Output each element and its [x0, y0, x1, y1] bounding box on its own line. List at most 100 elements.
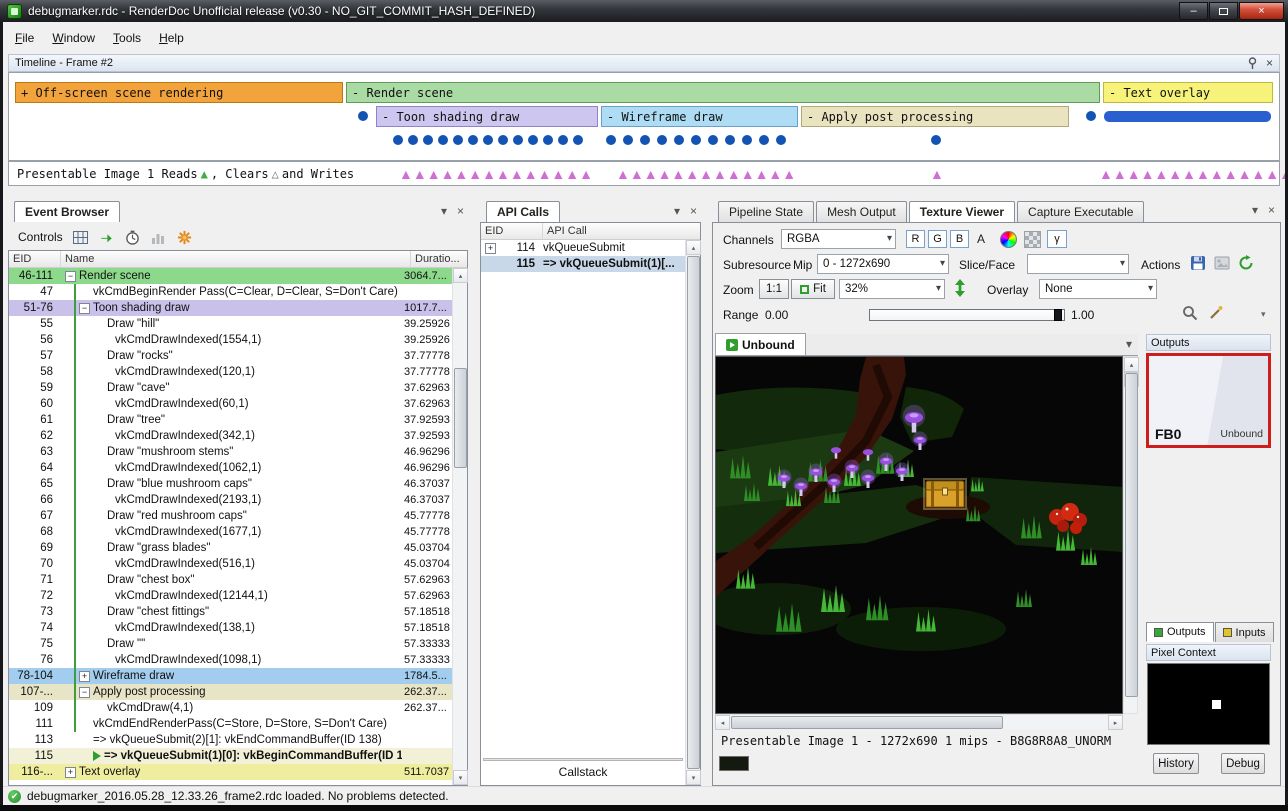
bookmark-icon[interactable] — [176, 229, 193, 246]
event-row[interactable]: 116-...+Text overlay511.7037 — [9, 764, 452, 780]
event-dot[interactable] — [558, 135, 568, 145]
write-markers[interactable]: ▲▲▲▲▲▲▲▲▲▲▲▲▲ — [616, 165, 796, 183]
timeline-marker-text-overlay[interactable]: - Text overlay — [1103, 82, 1273, 103]
event-dot[interactable] — [453, 135, 463, 145]
jump-to-eid-icon[interactable] — [98, 229, 115, 246]
checkerboard-icon[interactable] — [1024, 231, 1041, 248]
scroll-left-icon[interactable]: ◂ — [715, 715, 730, 730]
event-dot[interactable] — [393, 135, 403, 145]
tab-inputs[interactable]: Inputs — [1215, 622, 1274, 642]
event-dot[interactable] — [468, 135, 478, 145]
close-icon[interactable]: × — [1266, 58, 1273, 68]
scrollbar-thumb[interactable] — [731, 716, 1003, 729]
texture-list-chevron-icon[interactable]: ▾ — [1120, 337, 1138, 355]
column-api-call[interactable]: API Call — [543, 223, 700, 239]
scroll-up-icon[interactable]: ▴ — [686, 240, 701, 255]
slice-face-select[interactable]: ▾ — [1027, 254, 1129, 274]
timeline-marker-apply-post-processing[interactable]: - Apply post processing — [801, 106, 1069, 127]
texture-horizontal-scrollbar[interactable]: ◂ ▸ — [715, 714, 1123, 729]
close-icon[interactable]: × — [457, 204, 464, 218]
event-row[interactable]: 78-104+Wireframe draw1784.5... — [9, 668, 452, 684]
event-dot[interactable] — [573, 135, 583, 145]
stats-icon[interactable] — [150, 229, 167, 246]
event-row[interactable]: 57Draw "rocks"37.77778 — [9, 348, 452, 364]
refresh-icon[interactable] — [1237, 254, 1255, 272]
event-dot[interactable] — [931, 135, 941, 145]
event-dot[interactable] — [498, 135, 508, 145]
tab-outputs[interactable]: Outputs — [1146, 622, 1214, 642]
timeline-marker-toon-shading-draw[interactable]: - Toon shading draw — [376, 106, 598, 127]
event-dot[interactable] — [640, 135, 650, 145]
pixel-context-view[interactable] — [1147, 663, 1270, 745]
event-row[interactable]: 113=> vkQueueSubmit(2)[1]: vkEndCommandB… — [9, 732, 452, 748]
zoom-1-1-button[interactable]: 1:1 — [759, 279, 789, 299]
menu-help[interactable]: Help — [150, 27, 193, 49]
event-row[interactable]: 69Draw "grass blades"45.03704 — [9, 540, 452, 556]
filter-icon[interactable] — [72, 229, 89, 246]
history-button[interactable]: History — [1153, 753, 1199, 774]
tab-event-browser[interactable]: Event Browser — [14, 201, 120, 222]
event-row[interactable]: 55Draw "hill"39.25926 — [9, 316, 452, 332]
write-markers[interactable]: ▲▲▲▲▲▲▲▲▲▲▲▲▲▲ — [1099, 165, 1288, 183]
texture-image[interactable] — [716, 357, 1123, 714]
channel-blue-button[interactable]: B — [950, 230, 969, 248]
range-slider-handle[interactable] — [1054, 309, 1062, 321]
zoom-fit-button[interactable]: Fit — [791, 279, 835, 299]
event-dot[interactable] — [483, 135, 493, 145]
collapse-icon[interactable]: − — [65, 271, 76, 282]
event-row[interactable]: 46-111−Render scene3064.7... — [9, 268, 452, 284]
event-row[interactable]: 107-...−Apply post processing262.37... — [9, 684, 452, 700]
flip-y-icon[interactable] — [951, 279, 969, 297]
event-dot[interactable] — [657, 135, 667, 145]
event-row[interactable]: 72vkCmdDrawIndexed(12144,1)57.62963 — [9, 588, 452, 604]
write-markers[interactable]: ▲ — [930, 165, 944, 183]
tab-api-calls[interactable]: API Calls — [486, 201, 560, 222]
channel-green-button[interactable]: G — [928, 230, 947, 248]
event-dot[interactable] — [674, 135, 684, 145]
menu-file[interactable]: File — [6, 27, 43, 49]
scrollbar-thumb[interactable] — [687, 256, 700, 769]
column-eid[interactable]: EID — [9, 251, 61, 267]
event-dot[interactable] — [725, 135, 735, 145]
event-dot[interactable] — [742, 135, 752, 145]
menu-window[interactable]: Window — [43, 27, 104, 49]
expand-icon[interactable]: + — [65, 767, 76, 778]
event-row[interactable]: 76vkCmdDrawIndexed(1098,1)57.33333 — [9, 652, 452, 668]
debug-button[interactable]: Debug — [1221, 753, 1265, 774]
event-row[interactable]: 65Draw "blue mushroom caps"46.37037 — [9, 476, 452, 492]
pin-icon[interactable] — [1247, 57, 1258, 70]
fb0-thumbnail[interactable]: FB0 Unbound — [1146, 353, 1271, 448]
tab-capture-executable[interactable]: Capture Executable — [1017, 201, 1144, 222]
timeline-marker-render-scene[interactable]: - Render scene — [346, 82, 1100, 103]
column-name[interactable]: Name — [61, 251, 411, 267]
event-dot[interactable] — [606, 135, 616, 145]
event-dot[interactable] — [623, 135, 633, 145]
mip-select[interactable]: 0 - 1272x690▾ — [817, 254, 949, 274]
panel-menu-icon[interactable]: ▾ — [674, 204, 680, 218]
event-dot[interactable] — [513, 135, 523, 145]
event-row[interactable]: 64vkCmdDrawIndexed(1062,1)46.96296 — [9, 460, 452, 476]
event-row[interactable]: 47vkCmdBeginRender Pass(C=Clear, D=Clear… — [9, 284, 452, 300]
event-row[interactable]: 58vkCmdDrawIndexed(120,1)37.77778 — [9, 364, 452, 380]
maximize-button[interactable] — [1209, 2, 1238, 20]
event-dot[interactable] — [691, 135, 701, 145]
event-row[interactable]: 51-76−Toon shading draw1017.7... — [9, 300, 452, 316]
gamma-button[interactable]: γ — [1047, 230, 1067, 248]
api-call-row[interactable]: 115=> vkQueueSubmit(1)[... — [481, 256, 685, 272]
event-row[interactable]: 74vkCmdDrawIndexed(138,1)57.18518 — [9, 620, 452, 636]
event-dot[interactable] — [528, 135, 538, 145]
autofit-wand-icon[interactable] — [1207, 304, 1225, 322]
event-row[interactable]: 61Draw "tree"37.92593 — [9, 412, 452, 428]
collapse-icon[interactable]: − — [79, 303, 90, 314]
splitter-handle[interactable] — [483, 758, 683, 761]
tab-mesh-output[interactable]: Mesh Output — [816, 201, 907, 222]
scroll-down-icon[interactable]: ▾ — [686, 770, 701, 785]
close-icon[interactable]: × — [690, 204, 697, 218]
menu-tools[interactable]: Tools — [104, 27, 150, 49]
panel-menu-icon[interactable]: ▾ — [441, 204, 447, 218]
save-icon[interactable] — [1189, 254, 1207, 272]
timeline-marker-wireframe-draw[interactable]: - Wireframe draw — [601, 106, 798, 127]
event-row[interactable]: 66vkCmdDrawIndexed(2193,1)46.37037 — [9, 492, 452, 508]
event-dot[interactable] — [776, 135, 786, 145]
event-dot[interactable] — [423, 135, 433, 145]
